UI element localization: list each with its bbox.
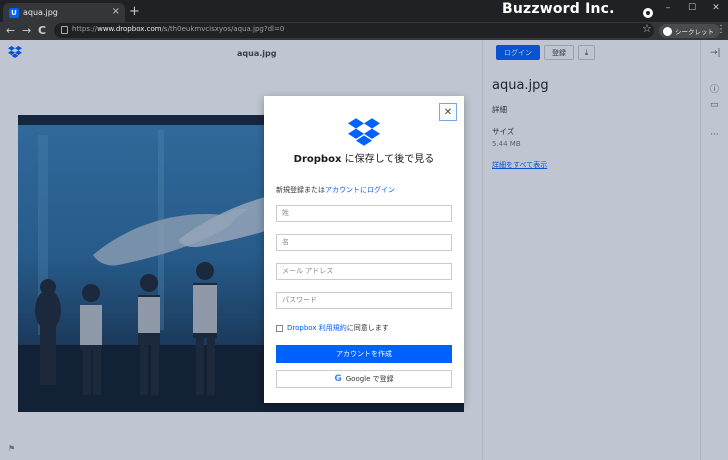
browser-tabbar: U aqua.jpg × + Buzzword Inc. – ☐ ✕ [0,0,728,22]
password-field[interactable]: パスワード [276,292,452,309]
google-icon: G [334,374,342,384]
tab-title: aqua.jpg [23,8,58,17]
favicon-icon: U [9,7,19,18]
first-name-field[interactable]: 名 [276,234,452,251]
signup-modal: ✕ Dropbox に保存して後で見る 新規登録またはアカウントにログイン 姓 … [264,96,464,403]
url-text: https://www.dropbox.com/s/th0eukmvcisxyo… [72,25,285,33]
modal-subtitle: 新規登録またはアカウントにログイン [276,186,395,194]
maximize-button[interactable]: ☐ [680,0,704,18]
terms-link[interactable]: Dropbox 利用規約 [287,323,347,333]
modal-close-icon[interactable]: ✕ [439,103,457,121]
tab-close-icon[interactable]: × [112,6,120,17]
window-close-button[interactable]: ✕ [704,0,728,18]
window-controls: – ☐ ✕ [656,0,728,18]
create-account-button[interactable]: アカウントを作成 [276,345,452,363]
browser-tab[interactable]: U aqua.jpg × [3,3,125,22]
watermark: Buzzword Inc. [502,1,615,17]
login-account-link[interactable]: アカウントにログイン [325,186,395,194]
incognito-icon [663,26,672,36]
new-tab-button[interactable]: + [129,4,140,19]
bookmark-star-icon[interactable]: ☆ [642,22,652,35]
reload-icon[interactable]: C [38,24,46,37]
google-signup-button[interactable]: G Google で登録 [276,370,452,388]
terms-checkbox[interactable] [276,324,283,332]
browser-menu-icon[interactable]: ⋮ [716,24,726,35]
record-icon [643,8,653,18]
modal-title: Dropbox に保存して後で見る [293,154,435,165]
omnibox[interactable]: https://www.dropbox.com/s/th0eukmvcisxyo… [54,23,654,38]
email-field[interactable]: メール アドレス [276,263,452,280]
dropbox-logo-icon [348,118,380,146]
back-icon[interactable]: ← [6,24,15,37]
forward-icon[interactable]: → [22,24,31,37]
lock-icon [61,26,68,34]
terms-checkbox-row: Dropbox 利用規約 に同意します [276,323,389,333]
last-name-field[interactable]: 姓 [276,205,452,222]
incognito-badge[interactable]: シークレット [659,24,720,38]
address-bar-row: ← → C https://www.dropbox.com/s/th0eukmv… [0,22,728,40]
minimize-button[interactable]: – [656,0,680,18]
